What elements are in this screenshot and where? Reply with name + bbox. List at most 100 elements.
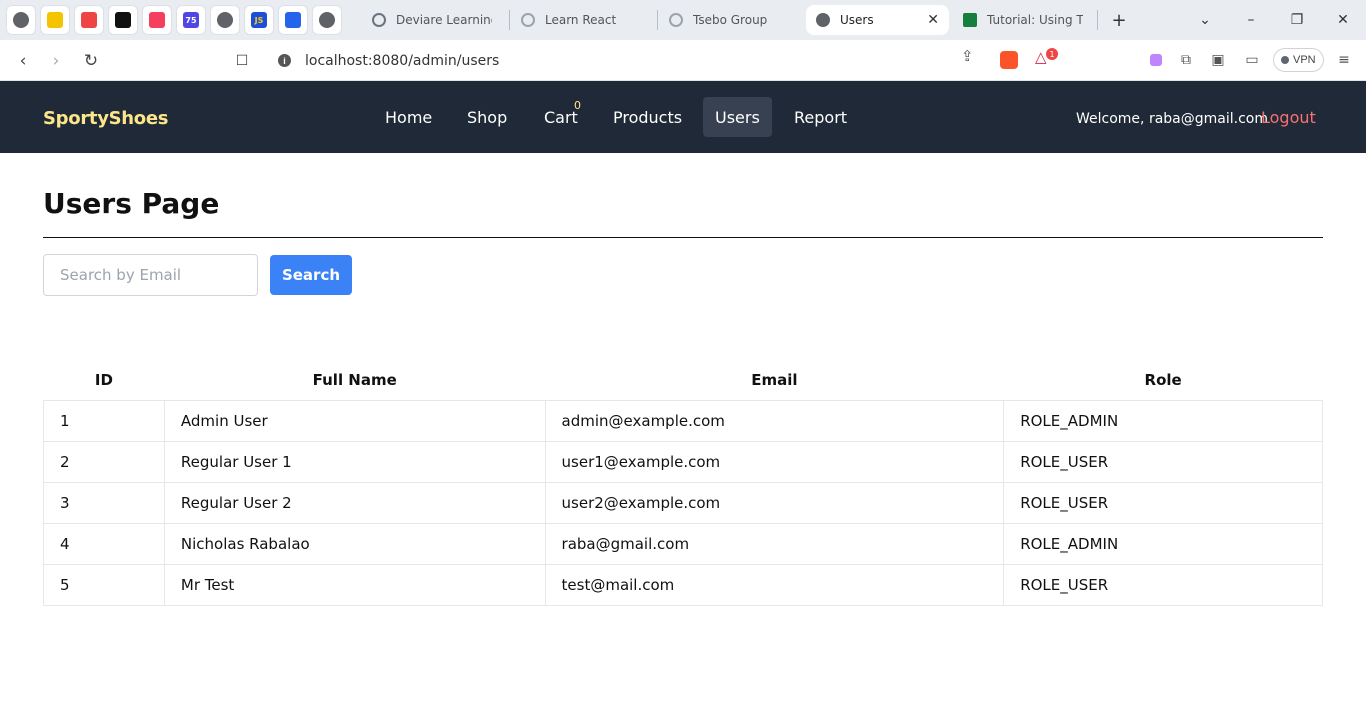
pinned-tab-6[interactable]: 75 — [176, 5, 206, 35]
welcome-text: Welcome, raba@gmail.com — [1076, 111, 1268, 127]
tab-label: Learn React — [545, 13, 617, 27]
users-table: ID Full Name Email Role 1 Admin User adm… — [43, 360, 1323, 606]
cell-full-name: Mr Test — [163, 563, 546, 606]
tab-label: Users — [840, 13, 874, 27]
address-bar[interactable]: i localhost:8080/admin/users — [266, 46, 1062, 75]
cell-email: user1@example.com — [544, 440, 1005, 483]
pinned-tab-1[interactable] — [6, 5, 36, 35]
cell-role: ROLE_USER — [1003, 440, 1323, 483]
pinned-tab-4[interactable] — [108, 5, 138, 35]
laravel-icon — [81, 12, 97, 28]
new-tab-icon[interactable]: + — [1096, 0, 1142, 40]
page-title: Users Page — [43, 187, 220, 220]
cell-id: 4 — [43, 522, 165, 565]
search-email-input[interactable] — [43, 254, 258, 296]
pinned-tab-10[interactable] — [312, 5, 342, 35]
cell-email: admin@example.com — [544, 399, 1005, 442]
close-tab-icon[interactable]: ✕ — [927, 12, 939, 28]
brave-shields-icon[interactable] — [1000, 51, 1018, 69]
site-info-icon[interactable]: i — [278, 54, 291, 67]
tab-users[interactable]: Users ✕ — [806, 5, 949, 35]
cell-email: test@mail.com — [544, 563, 1005, 606]
table-row: 5 Mr Test test@mail.com ROLE_USER — [43, 563, 1323, 606]
close-window-icon[interactable]: ✕ — [1320, 0, 1366, 40]
75-icon: 75 — [183, 12, 199, 28]
nav-users[interactable]: Users — [703, 97, 772, 137]
cell-full-name: Nicholas Rabalao — [163, 522, 546, 565]
logout-link[interactable]: Logout — [1261, 108, 1316, 127]
notification-badge: 1 — [1046, 48, 1058, 60]
cell-id: 5 — [43, 563, 165, 606]
cell-role: ROLE_USER — [1003, 563, 1323, 606]
table-row: 2 Regular User 1 user1@example.com ROLE_… — [43, 440, 1323, 483]
tab-tsebo[interactable]: Tsebo Group — [659, 5, 799, 35]
vpn-label: VPN — [1293, 54, 1316, 66]
restore-icon[interactable]: ❐ — [1274, 0, 1320, 40]
cell-full-name: Regular User 1 — [163, 440, 546, 483]
tab-search-chevron-icon[interactable]: ⌄ — [1182, 0, 1228, 40]
cart-count-badge: 0 — [574, 99, 581, 112]
minimize-icon[interactable]: – — [1228, 0, 1274, 40]
p-icon — [149, 12, 165, 28]
address-url[interactable]: localhost:8080/admin/users — [305, 53, 499, 69]
search-button[interactable]: Search — [270, 255, 352, 295]
globe-icon — [816, 13, 830, 27]
extension-leo-icon[interactable] — [1146, 50, 1166, 70]
tab-label: Deviare Learning Pl — [396, 13, 492, 27]
cell-email: raba@gmail.com — [544, 522, 1005, 565]
powerautomate-icon — [285, 12, 301, 28]
table-row: 4 Nicholas Rabalao raba@gmail.com ROLE_A… — [43, 522, 1323, 565]
cell-full-name: Regular User 2 — [163, 481, 546, 524]
forward-icon[interactable]: › — [43, 48, 69, 74]
pinned-tab-3[interactable] — [74, 5, 104, 35]
yellow-app-icon — [47, 12, 63, 28]
reload-icon[interactable]: ↻ — [78, 48, 104, 74]
js-icon: JS — [251, 12, 267, 28]
crown-icon — [115, 12, 131, 28]
tab-learn-react[interactable]: Learn React — [511, 5, 651, 35]
back-icon[interactable]: ‹ — [10, 48, 36, 74]
cell-role: ROLE_USER — [1003, 481, 1323, 524]
cell-full-name: Admin User — [163, 399, 546, 442]
loading-icon — [669, 13, 683, 27]
brave-rewards-icon[interactable]: △ — [1035, 48, 1047, 66]
cell-id: 2 — [43, 440, 165, 483]
nav-cart[interactable]: Cart — [532, 97, 590, 137]
vpn-button[interactable]: VPN — [1273, 48, 1324, 72]
nav-report[interactable]: Report — [782, 97, 859, 137]
pinned-tab-8[interactable]: JS — [244, 5, 274, 35]
tab-tutorial[interactable]: Tutorial: Using Thy — [953, 5, 1093, 35]
browser-tabstrip: 75 JS Deviare Learning Pl Learn React Ts… — [0, 0, 1366, 40]
loading-icon — [521, 13, 535, 27]
cell-email: user2@example.com — [544, 481, 1005, 524]
pinned-tab-9[interactable] — [278, 5, 308, 35]
extensions-puzzle-icon[interactable]: ⧉ — [1176, 50, 1196, 70]
nav-shop[interactable]: Shop — [455, 97, 519, 137]
nav-products[interactable]: Products — [601, 97, 694, 137]
wallet-icon[interactable]: ▭ — [1242, 50, 1262, 70]
sidebar-toggle-icon[interactable]: ▣ — [1208, 50, 1228, 70]
cell-role: ROLE_ADMIN — [1003, 399, 1323, 442]
pinned-tab-7[interactable] — [210, 5, 240, 35]
share-icon[interactable]: ⇪ — [961, 47, 974, 65]
browser-toolbar: ‹ › ↻ ☐ i localhost:8080/admin/users ⇪ △… — [0, 40, 1366, 81]
cell-id: 1 — [43, 399, 165, 442]
pinned-tabs: 75 JS — [0, 5, 344, 35]
table-row: 3 Regular User 2 user2@example.com ROLE_… — [43, 481, 1323, 524]
cell-id: 3 — [43, 481, 165, 524]
bookmark-icon[interactable]: ☐ — [229, 48, 255, 74]
pinned-tab-5[interactable] — [142, 5, 172, 35]
globe-icon — [217, 12, 233, 28]
tab-separator — [509, 10, 510, 30]
nav-home[interactable]: Home — [373, 97, 444, 137]
globe-icon — [13, 12, 29, 28]
tab-deviare[interactable]: Deviare Learning Pl — [362, 5, 502, 35]
globe-icon — [319, 12, 335, 28]
app-navbar: SportyShoes Home Shop Cart 0 Products Us… — [0, 81, 1366, 153]
menu-icon[interactable]: ≡ — [1334, 50, 1354, 70]
brand-logo[interactable]: SportyShoes — [43, 108, 169, 129]
header-id: ID — [94, 370, 113, 389]
table-row: 1 Admin User admin@example.com ROLE_ADMI… — [43, 399, 1323, 442]
pinned-tab-2[interactable] — [40, 5, 70, 35]
deviare-favicon-icon — [372, 13, 386, 27]
